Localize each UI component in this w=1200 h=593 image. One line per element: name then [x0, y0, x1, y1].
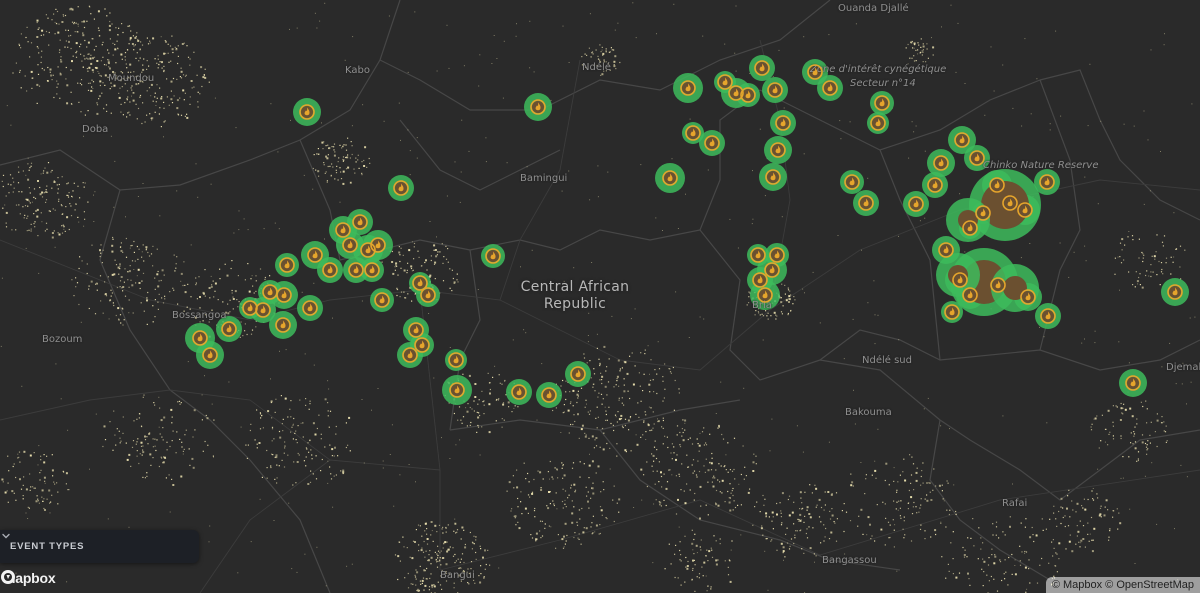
- fire-icon[interactable]: [857, 194, 875, 212]
- fire-icon[interactable]: [529, 98, 547, 116]
- fire-icon[interactable]: [220, 320, 238, 338]
- fire-icon[interactable]: [201, 346, 219, 364]
- fire-icon[interactable]: [540, 386, 558, 404]
- place-label: Ndélé: [582, 62, 611, 73]
- fire-icon[interactable]: [968, 149, 986, 167]
- fire-icon[interactable]: [419, 286, 437, 304]
- fire-icon[interactable]: [661, 169, 679, 187]
- fire-icon[interactable]: [1039, 307, 1057, 325]
- fire-icon[interactable]: [369, 236, 387, 254]
- map-canvas[interactable]: Bangui Bossangoa Bozoum Kabo Ndélé Bamingui Br…: [0, 0, 1200, 593]
- country-label-line2: Republic: [543, 296, 607, 312]
- place-label: Moundou: [108, 73, 155, 84]
- fire-icon[interactable]: [347, 261, 365, 279]
- fire-icon[interactable]: [953, 131, 971, 149]
- fire-icon[interactable]: [703, 134, 721, 152]
- place-label: Bozoum: [42, 334, 83, 345]
- fire-icon[interactable]: [274, 316, 292, 334]
- fire-icon[interactable]: [351, 213, 369, 231]
- fire-icon[interactable]: [569, 365, 587, 383]
- place-label: Rafai: [1002, 498, 1028, 509]
- place-label: Bangassou: [822, 555, 877, 566]
- fire-icon[interactable]: [191, 329, 209, 347]
- fire-icon[interactable]: [943, 303, 961, 321]
- fire-icon[interactable]: [373, 291, 391, 309]
- fire-icon[interactable]: [392, 179, 410, 197]
- fire-icon[interactable]: [1016, 201, 1034, 219]
- map-attribution[interactable]: © Mapbox © OpenStreetMap: [1045, 577, 1200, 593]
- fire-icon[interactable]: [341, 236, 359, 254]
- fire-icon[interactable]: [510, 383, 528, 401]
- fire-icon[interactable]: [278, 256, 296, 274]
- country-label: Central African Republic: [520, 279, 630, 313]
- fire-icon[interactable]: [753, 59, 771, 77]
- fire-icon[interactable]: [447, 351, 465, 369]
- fire-icon[interactable]: [484, 247, 502, 265]
- fire-icon[interactable]: [1038, 173, 1056, 191]
- place-label: Doba: [82, 124, 109, 135]
- event-types-label: EVENT TYPES: [10, 541, 85, 552]
- fire-icon[interactable]: [932, 154, 950, 172]
- fire-icon[interactable]: [989, 276, 1007, 294]
- fire-icon[interactable]: [869, 114, 887, 132]
- fire-icon[interactable]: [821, 79, 839, 97]
- place-label: Ndélé sud: [862, 355, 912, 366]
- fire-icon[interactable]: [1166, 283, 1184, 301]
- fire-icon[interactable]: [306, 246, 324, 264]
- fire-icon[interactable]: [756, 286, 774, 304]
- reserve-label: Chinko Nature Reserve: [983, 160, 1099, 171]
- fire-icon[interactable]: [241, 299, 259, 317]
- place-label: Bakouma: [845, 407, 892, 418]
- fire-icon[interactable]: [843, 173, 861, 191]
- fire-icon[interactable]: [739, 86, 757, 104]
- fire-icon[interactable]: [764, 168, 782, 186]
- fire-icon[interactable]: [873, 94, 891, 112]
- place-label: Bossangoa: [172, 310, 227, 321]
- place-label: Bangui: [440, 570, 475, 581]
- mapbox-logo[interactable]: mapbox: [0, 569, 56, 587]
- fire-icon[interactable]: [301, 299, 319, 317]
- fire-icon[interactable]: [961, 219, 979, 237]
- event-types-dropdown[interactable]: EVENT TYPES: [0, 530, 199, 563]
- fire-icon[interactable]: [1019, 288, 1037, 306]
- fire-icon[interactable]: [413, 336, 431, 354]
- country-label-line1: Central African: [520, 279, 630, 295]
- fire-icon[interactable]: [926, 176, 944, 194]
- place-label: Ouanda Djallé: [838, 3, 909, 14]
- fire-icon[interactable]: [988, 176, 1006, 194]
- fire-icon[interactable]: [261, 283, 279, 301]
- fire-icon[interactable]: [769, 141, 787, 159]
- fire-icon[interactable]: [363, 261, 381, 279]
- fire-icon[interactable]: [907, 195, 925, 213]
- fire-icon[interactable]: [448, 381, 466, 399]
- fire-icon[interactable]: [298, 103, 316, 121]
- fire-icon[interactable]: [1124, 374, 1142, 392]
- reserve-label: Secteur n°14: [850, 78, 916, 89]
- fire-icon[interactable]: [774, 114, 792, 132]
- place-label: Djemah: [1166, 362, 1200, 373]
- fire-icon[interactable]: [684, 124, 702, 142]
- place-label: Bamingui: [520, 173, 568, 184]
- fire-icon[interactable]: [766, 81, 784, 99]
- fire-icon[interactable]: [679, 79, 697, 97]
- fire-icon[interactable]: [961, 286, 979, 304]
- place-label: Kabo: [345, 65, 370, 76]
- reserve-label: Zone d'intérêt cynégétique: [810, 64, 947, 75]
- fire-icon[interactable]: [937, 241, 955, 259]
